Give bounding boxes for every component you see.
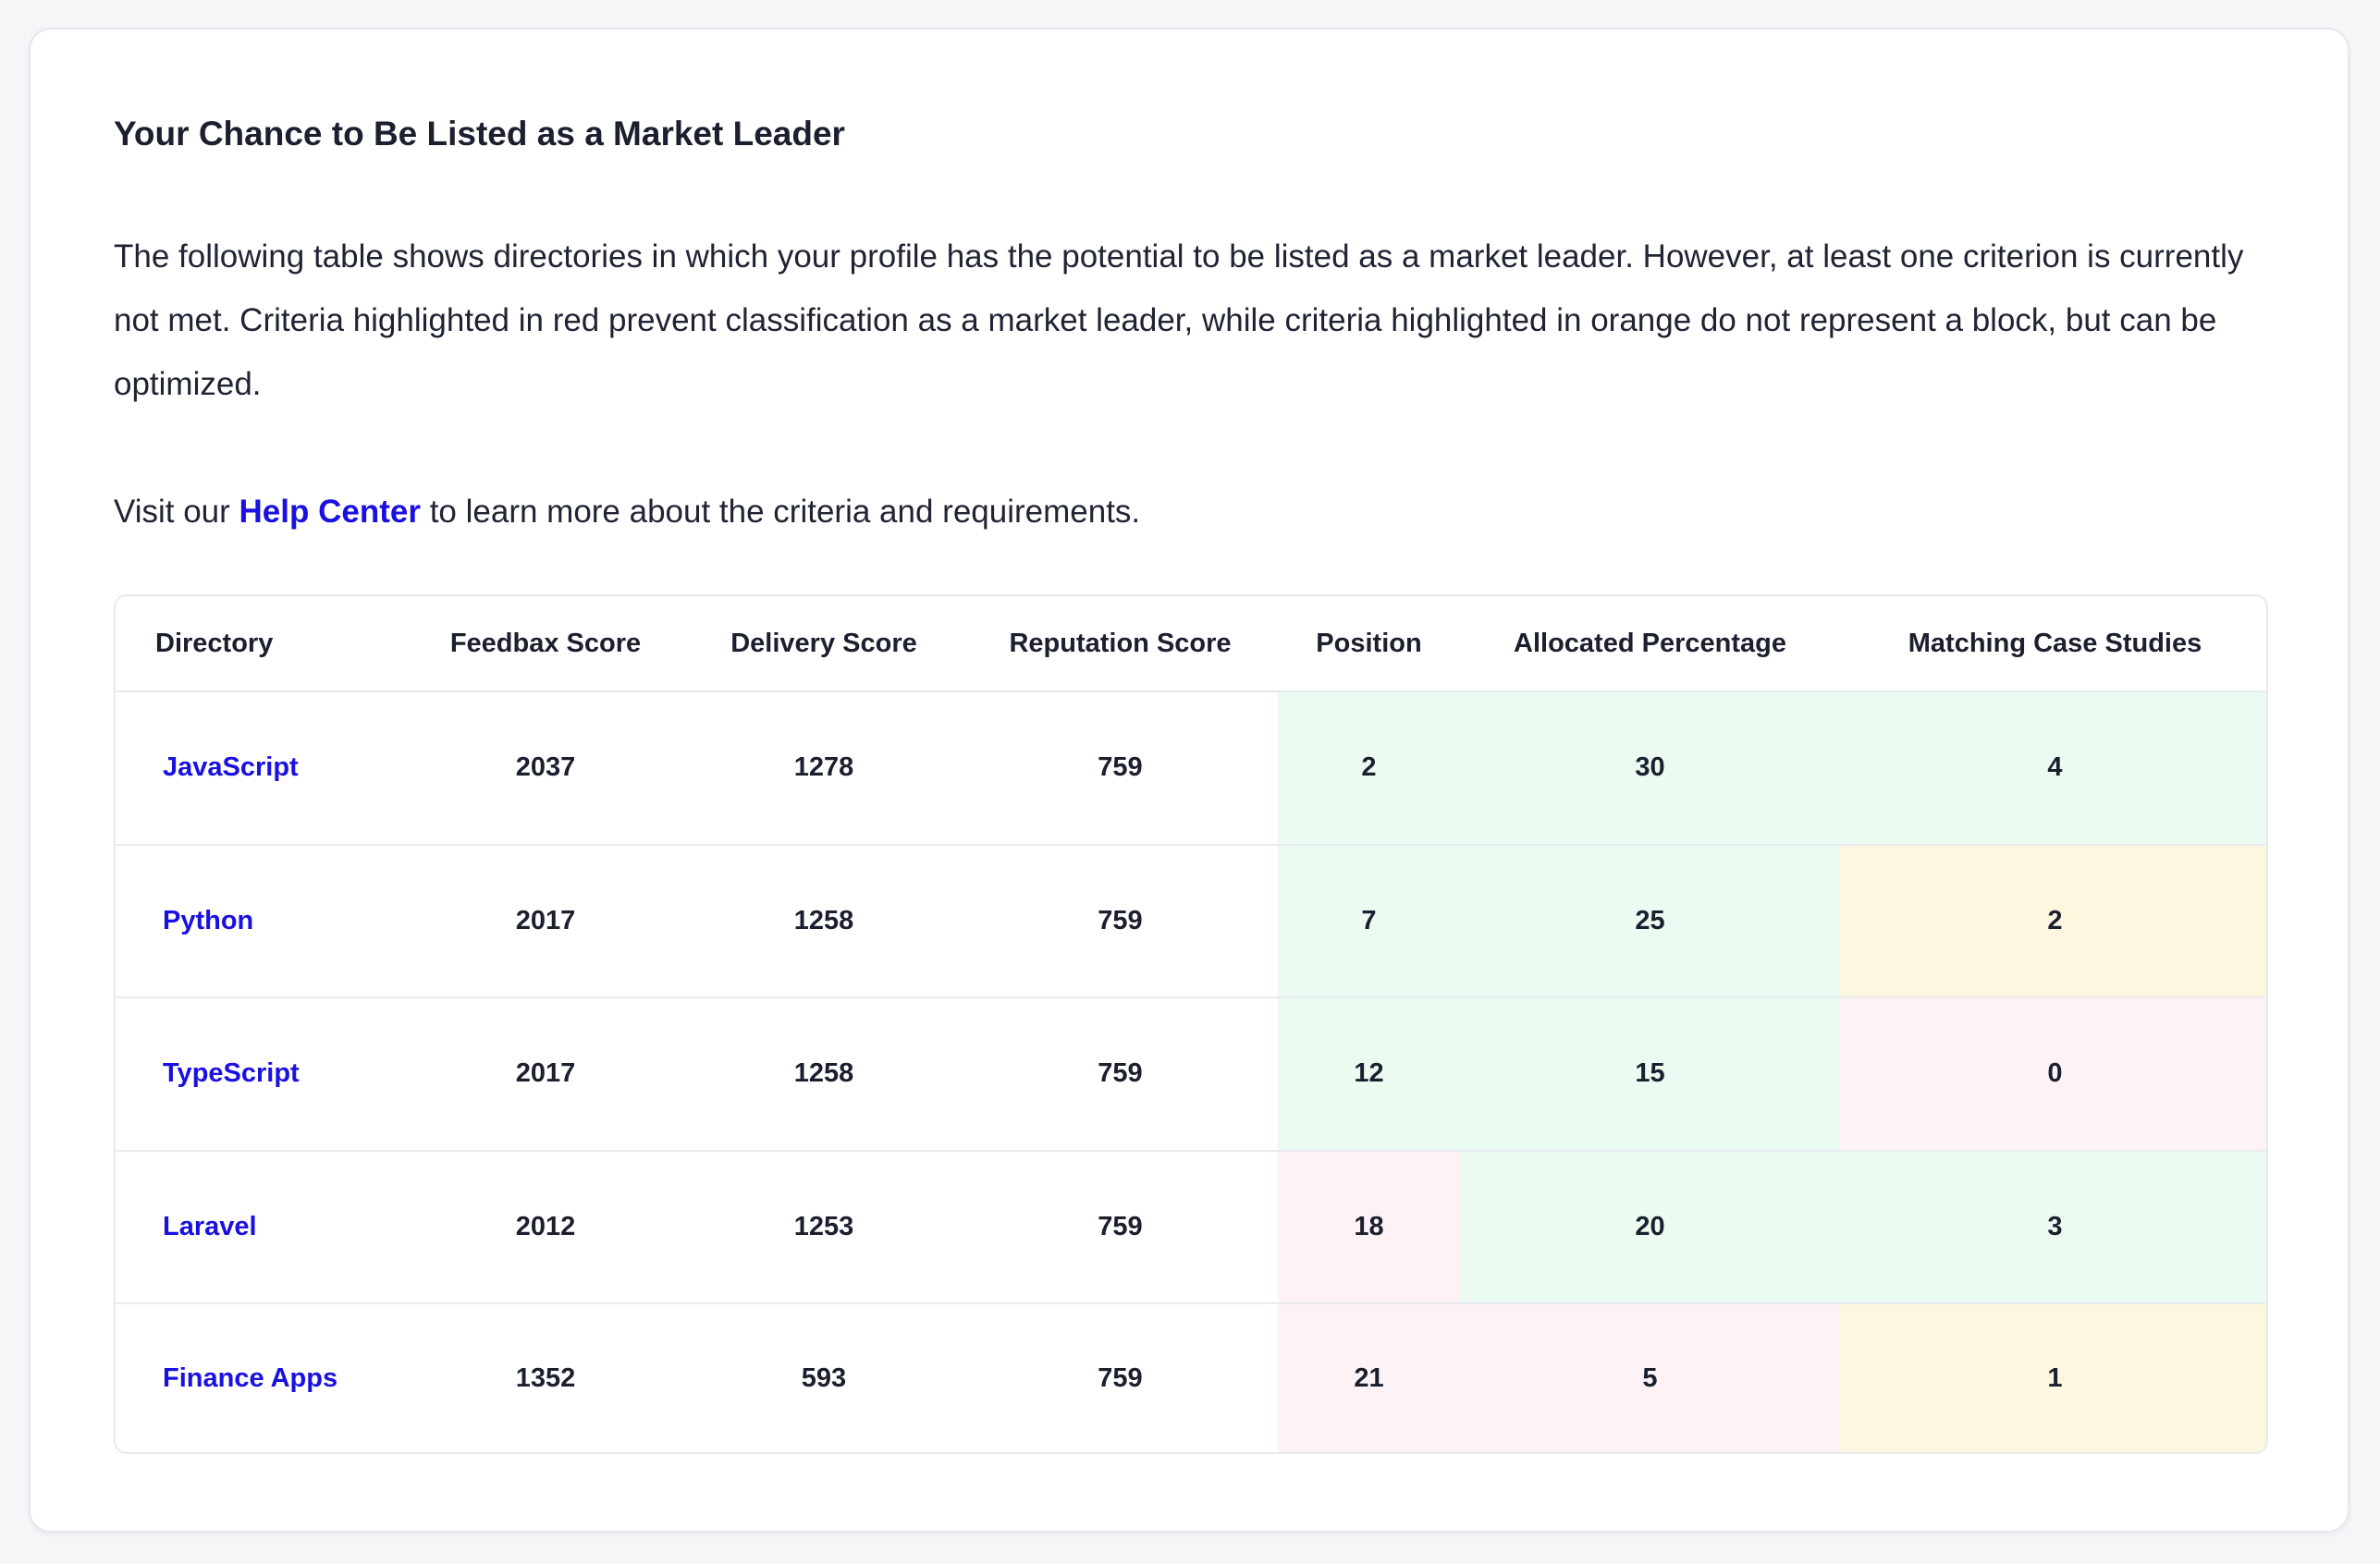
- directory-cell: Laravel: [116, 1150, 406, 1305]
- feedbax-score-cell: 2012: [406, 1150, 685, 1305]
- feedbax-score-cell: 1352: [406, 1303, 685, 1452]
- market-leader-card: Your Chance to Be Listed as a Market Lea…: [29, 28, 2349, 1533]
- position-cell: 18: [1278, 1150, 1460, 1305]
- column-header-allocated-percentage: Allocated Percentage: [1460, 596, 1840, 692]
- directory-link-javascript[interactable]: JavaScript: [163, 752, 299, 782]
- reputation-score-cell: 759: [963, 844, 1278, 999]
- column-header-directory: Directory: [116, 596, 406, 692]
- position-cell: 2: [1278, 691, 1460, 846]
- feedbax-score-cell: 2017: [406, 844, 685, 999]
- matching-case-studies-cell: 1: [1840, 1303, 2266, 1452]
- help-center-link[interactable]: Help Center: [239, 494, 421, 530]
- delivery-score-cell: 1258: [685, 844, 963, 999]
- directory-cell: Finance Apps: [116, 1303, 406, 1452]
- help-line: Visit our Help Center to learn more abou…: [114, 480, 1140, 544]
- column-header-position: Position: [1278, 596, 1460, 692]
- directory-link-laravel[interactable]: Laravel: [163, 1212, 257, 1241]
- directory-cell: TypeScript: [116, 997, 406, 1152]
- reputation-score-cell: 759: [963, 997, 1278, 1152]
- column-header-matching-case-studies: Matching Case Studies: [1840, 596, 2266, 692]
- table-row: Python 2017 1258 759 7 25 2: [116, 844, 2266, 999]
- directory-cell: Python: [116, 844, 406, 999]
- reputation-score-cell: 759: [963, 1303, 1278, 1452]
- allocated-percentage-cell: 20: [1460, 1150, 1840, 1305]
- table-header-row: Directory Feedbax Score Delivery Score R…: [116, 596, 2266, 692]
- table-row: Laravel 2012 1253 759 18 20 3: [116, 1150, 2266, 1305]
- allocated-percentage-cell: 5: [1460, 1303, 1840, 1452]
- column-header-feedbax-score: Feedbax Score: [406, 596, 685, 692]
- column-header-delivery-score: Delivery Score: [685, 596, 963, 692]
- help-suffix: to learn more about the criteria and req…: [420, 494, 1141, 530]
- table-row: JavaScript 2037 1278 759 2 30 4: [116, 691, 2266, 846]
- feedbax-score-cell: 2017: [406, 997, 685, 1152]
- allocated-percentage-cell: 15: [1460, 997, 1840, 1152]
- position-cell: 21: [1278, 1303, 1460, 1452]
- matching-case-studies-cell: 3: [1840, 1150, 2266, 1305]
- reputation-score-cell: 759: [963, 1150, 1278, 1305]
- help-prefix: Visit our: [114, 494, 239, 530]
- directory-cell: JavaScript: [116, 691, 406, 846]
- position-cell: 7: [1278, 844, 1460, 999]
- table-row: Finance Apps 1352 593 759 21 5 1: [116, 1303, 2266, 1452]
- directory-link-typescript[interactable]: TypeScript: [163, 1058, 300, 1088]
- feedbax-score-cell: 2037: [406, 691, 685, 846]
- delivery-score-cell: 1258: [685, 997, 963, 1152]
- card-description: The following table shows directories in…: [114, 238, 2244, 402]
- matching-case-studies-cell: 0: [1840, 997, 2266, 1152]
- directory-link-python[interactable]: Python: [163, 906, 253, 935]
- position-cell: 12: [1278, 997, 1460, 1152]
- allocated-percentage-cell: 25: [1460, 844, 1840, 999]
- delivery-score-cell: 1278: [685, 691, 963, 846]
- directory-link-finance-apps[interactable]: Finance Apps: [163, 1363, 337, 1393]
- delivery-score-cell: 593: [685, 1303, 963, 1452]
- reputation-score-cell: 759: [963, 691, 1278, 846]
- allocated-percentage-cell: 30: [1460, 691, 1840, 846]
- column-header-reputation-score: Reputation Score: [963, 596, 1278, 692]
- card-title: Your Chance to Be Listed as a Market Lea…: [114, 115, 845, 153]
- table-row: TypeScript 2017 1258 759 12 15 0: [116, 997, 2266, 1152]
- matching-case-studies-cell: 4: [1840, 691, 2266, 846]
- directories-table-wrapper: Directory Feedbax Score Delivery Score R…: [114, 594, 2268, 1454]
- matching-case-studies-cell: 2: [1840, 844, 2266, 999]
- delivery-score-cell: 1253: [685, 1150, 963, 1305]
- directories-table: Directory Feedbax Score Delivery Score R…: [116, 596, 2266, 1452]
